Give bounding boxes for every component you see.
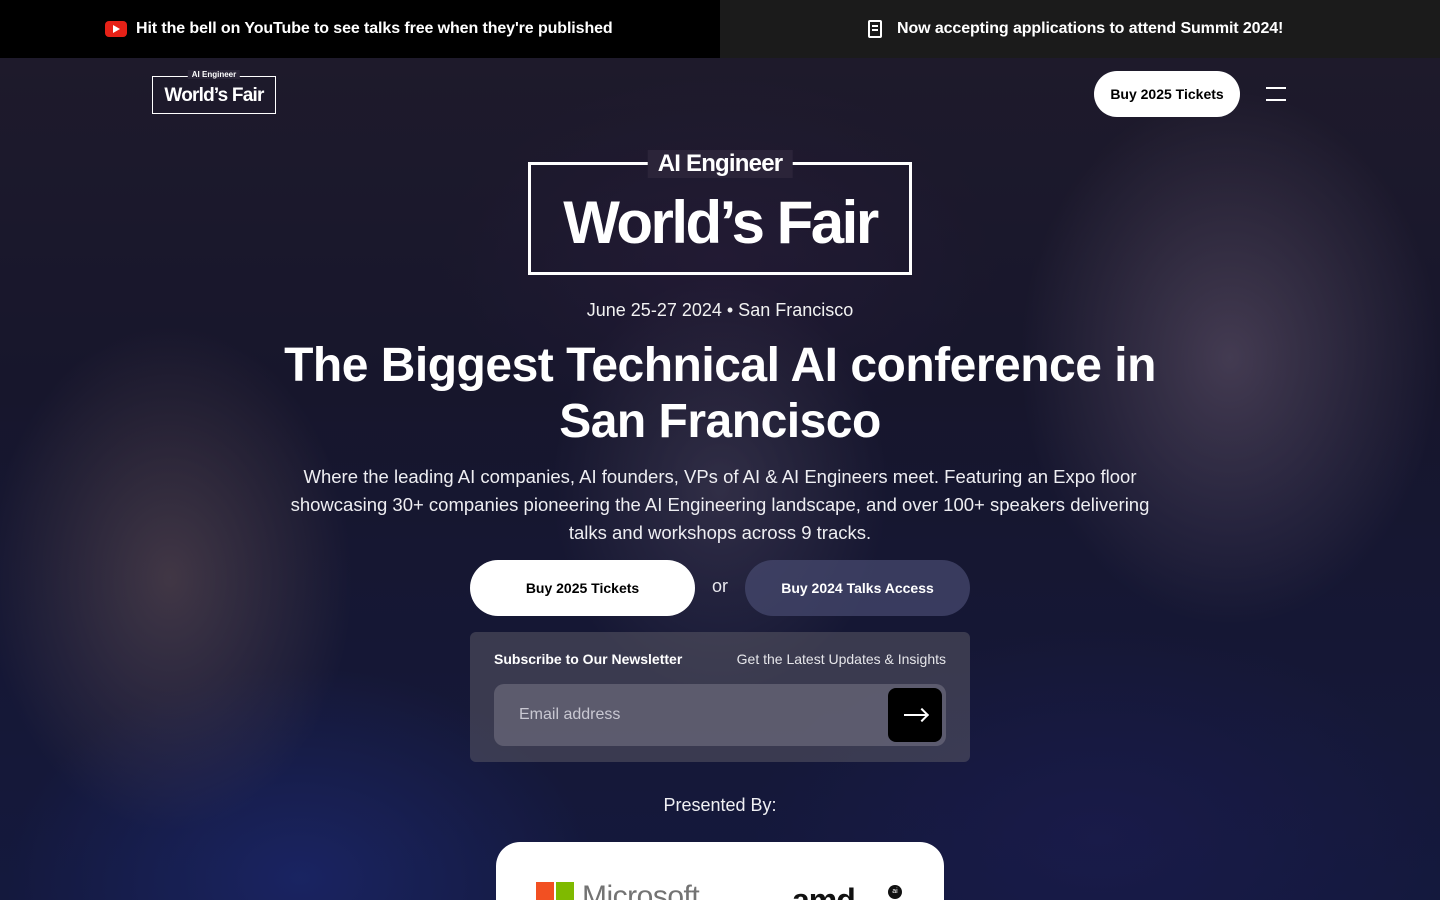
event-dateline: June 25-27 2024 • San Francisco — [586, 300, 854, 320]
nav-buy-tickets-button[interactable]: Buy 2025 Tickets — [1094, 71, 1240, 117]
youtube-announcement-text: Hit the bell on YouTube to see talks fre… — [136, 20, 613, 37]
newsletter-subtitle: Get the Latest Updates & Insights — [736, 651, 946, 667]
sponsor-card: Microsoft amd ai — [496, 842, 944, 900]
application-icon — [868, 20, 882, 38]
hero-logo-big: World’s Fair — [563, 189, 879, 256]
site-logo-big: World’s Fair — [164, 85, 264, 106]
email-input[interactable] — [494, 684, 946, 746]
site-logo[interactable]: AI Engineer World’s Fair — [152, 70, 276, 114]
summit-announcement[interactable]: Now accepting applications to attend Sum… — [720, 0, 1440, 58]
hamburger-menu-icon[interactable] — [1266, 86, 1286, 102]
buy-2025-tickets-button[interactable]: Buy 2025 Tickets — [470, 560, 695, 616]
amd-ai-badge: ai — [888, 885, 902, 899]
hero-description: Where the leading AI companies, AI found… — [290, 466, 1150, 543]
newsletter-box: Subscribe to Our Newsletter Get the Late… — [470, 632, 970, 762]
newsletter-title: Subscribe to Our Newsletter — [494, 651, 683, 667]
microsoft-logo-icon[interactable] — [536, 882, 574, 900]
summit-announcement-text: Now accepting applications to attend Sum… — [897, 20, 1284, 37]
youtube-announcement[interactable]: Hit the bell on YouTube to see talks fre… — [0, 0, 720, 58]
hero-headline: The Biggest Technical AI conference in S… — [284, 339, 1156, 448]
newsletter-submit-button[interactable] — [888, 688, 942, 742]
announcement-bar: Hit the bell on YouTube to see talks fre… — [0, 0, 1440, 58]
presented-by-heading: Presented By: — [663, 795, 777, 815]
site-logo-small: AI Engineer — [187, 70, 241, 79]
youtube-icon — [105, 21, 127, 37]
arrow-right-icon — [904, 714, 926, 716]
or-separator: or — [711, 576, 728, 596]
hero-logo-small: AI Engineer — [647, 150, 793, 178]
buy-2024-talks-button[interactable]: Buy 2024 Talks Access — [745, 560, 970, 616]
hero-logo: AI Engineer World’s Fair — [528, 150, 912, 275]
microsoft-logo-text[interactable]: Microsoft — [582, 880, 700, 900]
amd-logo[interactable]: amd — [792, 882, 856, 900]
